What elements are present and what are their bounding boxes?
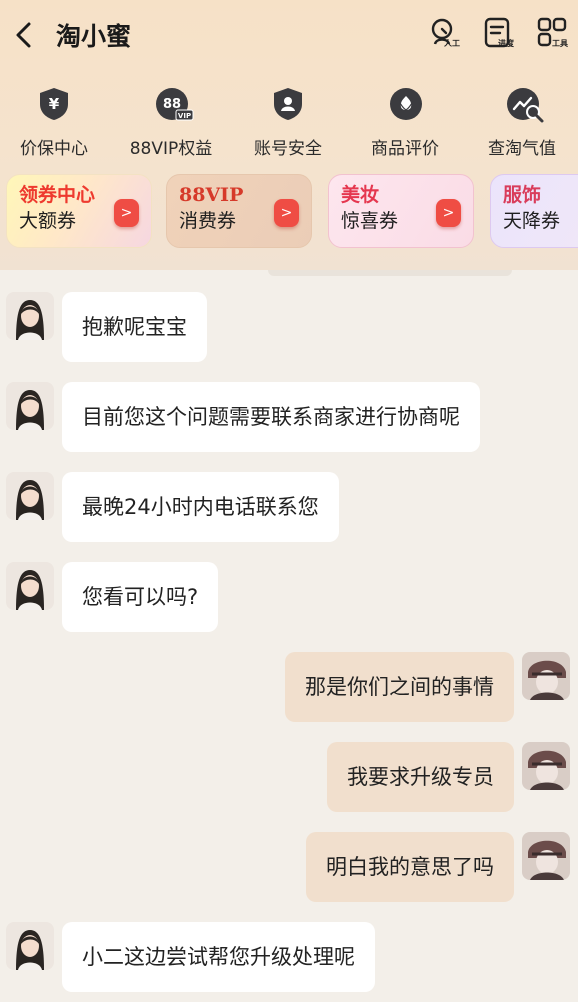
agent-message-bubble: 抱歉呢宝宝 [62, 292, 207, 362]
user-message-bubble: 明白我的意思了吗 [306, 832, 514, 902]
coupon-title: 服饰 [503, 184, 542, 206]
agent-avatar[interactable] [6, 472, 54, 520]
agent-avatar[interactable] [6, 922, 54, 970]
user-avatar[interactable] [522, 652, 570, 700]
service-88vip[interactable]: 88 VIP 88VIP权益 [121, 86, 221, 159]
taoqi-value-search-icon [507, 88, 544, 123]
chat-area[interactable]: 抱歉呢宝宝 目前您这个问题需要联系商家进行协商呢 最晚24小时内电话联系您 您看… [0, 270, 578, 1002]
price-protect-yen-icon: ¥ [40, 88, 68, 120]
user-message-bubble: 那是你们之间的事情 [285, 652, 514, 722]
product-review-icon [390, 88, 422, 120]
account-security-shield-icon [274, 88, 302, 120]
progress-button[interactable]: 进度 [478, 14, 518, 54]
app-header: 淘小蜜 人工 进度 工具 [0, 0, 578, 70]
service-label: 账号安全 [254, 139, 322, 159]
human-agent-button[interactable]: 人工 [424, 14, 464, 54]
agent-message-bubble: 您看可以吗? [62, 562, 219, 632]
service-taoqi-value[interactable]: 查淘气值 [472, 86, 572, 159]
agent-message-bubble: 最晚24小时内电话联系您 [62, 472, 339, 542]
coupon-card[interactable]: 领券中心 大额券 > [6, 174, 152, 248]
user-avatar[interactable] [522, 742, 570, 790]
service-label: 查淘气值 [488, 139, 556, 159]
agent-message-bubble: 小二这边尝试帮您升级处理呢 [62, 922, 375, 992]
agent-avatar-image [6, 472, 54, 520]
svg-text:¥: ¥ [49, 95, 60, 113]
agent-message-bubble: 目前您这个问题需要联系商家进行协商呢 [62, 382, 480, 452]
human-agent-label: 人工 [444, 39, 460, 48]
coupon-carousel[interactable]: 领券中心 大额券 > 88VIP 消费券 > 美妆 惊喜券 > 服饰 天降券 [0, 174, 578, 252]
agent-avatar-image [6, 922, 54, 970]
agent-avatar-image [6, 382, 54, 430]
service-label: 商品评价 [371, 139, 439, 159]
tools-button[interactable]: 工具 [532, 14, 572, 54]
vip-88-icon: 88 VIP [156, 88, 194, 121]
back-arrow-icon [16, 22, 31, 48]
service-label: 价保中心 [20, 139, 88, 159]
service-price-protect[interactable]: ¥ 价保中心 [4, 86, 104, 159]
top-panel: 淘小蜜 人工 进度 工具 ¥ 价保中心 88 VIP 88VIP权益 账号安全 … [0, 0, 578, 270]
tools-label: 工具 [552, 39, 568, 48]
coupon-subtitle: 天降券 [503, 210, 561, 232]
agent-avatar-image [6, 562, 54, 610]
page-title: 淘小蜜 [56, 22, 132, 51]
agent-avatar[interactable] [6, 292, 54, 340]
user-avatar-image [522, 652, 570, 700]
progress-label: 进度 [498, 39, 514, 48]
service-label: 88VIP权益 [129, 139, 213, 159]
user-message-bubble: 我要求升级专员 [327, 742, 514, 812]
coupon-go-button[interactable]: > [114, 199, 139, 227]
previous-message-stub [268, 270, 512, 276]
coupon-card[interactable]: 88VIP 消费券 > [166, 174, 312, 248]
user-avatar-image [522, 832, 570, 880]
coupon-go-button[interactable]: > [274, 199, 299, 227]
service-product-review[interactable]: 商品评价 [355, 86, 455, 159]
coupon-go-button[interactable]: > [436, 199, 461, 227]
svg-text:VIP: VIP [178, 112, 191, 120]
agent-avatar[interactable] [6, 382, 54, 430]
agent-avatar-image [6, 292, 54, 340]
coupon-card[interactable]: 服饰 天降券 [490, 174, 578, 248]
back-button[interactable] [10, 18, 38, 52]
service-account-security[interactable]: 账号安全 [238, 86, 338, 159]
coupon-card[interactable]: 美妆 惊喜券 > [328, 174, 474, 248]
user-avatar[interactable] [522, 832, 570, 880]
agent-avatar[interactable] [6, 562, 54, 610]
user-avatar-image [522, 742, 570, 790]
